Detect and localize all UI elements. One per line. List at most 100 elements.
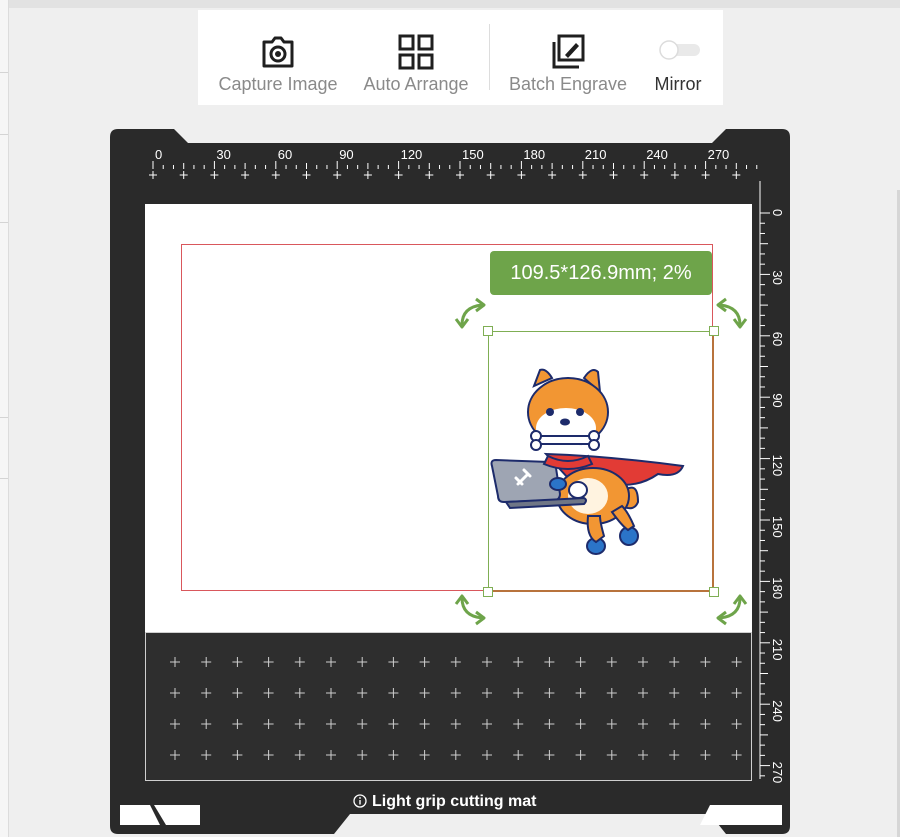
grip-cross: [450, 750, 461, 760]
grip-cross: [419, 719, 430, 729]
auto-arrange-button[interactable]: Auto Arrange: [352, 10, 480, 105]
grip-cross: [482, 750, 492, 760]
grip-cross: [482, 719, 492, 729]
left-panel-edge: [0, 0, 9, 837]
grip-cross: [326, 719, 336, 729]
grip-cross: [513, 719, 524, 729]
grip-cross: [232, 719, 243, 729]
batch-engrave-label: Batch Engrave: [508, 74, 628, 94]
grip-cross: [388, 719, 399, 729]
grip-cross: [388, 688, 399, 698]
left-panel-separator: [0, 478, 8, 479]
side-ruler-label: 0: [770, 209, 785, 216]
grip-cross: [638, 688, 648, 698]
grip-cross: [606, 750, 617, 760]
grip-cross: [170, 688, 180, 698]
grip-cross: [513, 688, 524, 698]
grip-cross: [575, 719, 586, 729]
top-strip: [0, 0, 900, 8]
rotate-handle-top-left-icon[interactable]: [454, 297, 488, 331]
grid-icon: [398, 34, 434, 70]
top-ruler-label: 270: [708, 147, 730, 162]
left-panel-separator: [0, 72, 8, 73]
grip-cross: [638, 719, 648, 729]
side-ruler-label: 150: [770, 516, 785, 538]
grip-cross: [606, 657, 617, 667]
left-panel-separator: [0, 222, 8, 223]
rotate-handle-bottom-right-icon[interactable]: [714, 592, 748, 626]
engrave-icon: [552, 34, 585, 69]
left-panel-separator: [0, 417, 8, 418]
rotate-handle-top-right-icon[interactable]: [714, 297, 748, 331]
grip-cross: [450, 688, 461, 698]
info-icon: [353, 794, 367, 808]
grip-cross: [575, 750, 586, 760]
grip-cross: [606, 688, 617, 698]
grip-cross: [201, 657, 212, 667]
mat-label-text: Light grip cutting mat: [372, 793, 537, 810]
grip-cross: [170, 719, 180, 729]
mirror-toggle[interactable]: Mirror: [644, 10, 712, 105]
grip-cross: [263, 719, 274, 729]
left-panel-separator: [0, 134, 8, 135]
grip-cross: [731, 657, 742, 667]
grip-cross: [388, 750, 399, 760]
grip-cross: [201, 719, 212, 729]
mirror-label: Mirror: [654, 74, 702, 94]
grip-cross: [450, 719, 461, 729]
grip-cross: [263, 750, 274, 760]
grip-cross: [388, 657, 399, 667]
side-ruler-label: 120: [770, 455, 785, 477]
grip-cross: [419, 657, 430, 667]
grip-cross: [544, 750, 555, 760]
side-ruler-label: 240: [770, 700, 785, 722]
grip-cross: [294, 688, 305, 698]
top-ruler-label: 210: [585, 147, 607, 162]
selection-edge-bottom: [488, 590, 714, 592]
grip-cross: [513, 657, 524, 667]
grip-cross: [419, 750, 430, 760]
top-ruler-label: 240: [646, 147, 668, 162]
grip-cross: [638, 657, 648, 667]
grip-cross: [544, 657, 555, 667]
grip-cross: [201, 688, 212, 698]
grip-cross: [170, 657, 180, 667]
top-ruler-label: 180: [523, 147, 545, 162]
grip-cross: [263, 657, 274, 667]
rotate-handle-bottom-left-icon[interactable]: [454, 592, 488, 626]
grip-cross: [575, 657, 586, 667]
grip-cross: [201, 750, 212, 760]
top-ruler-label: 150: [462, 147, 484, 162]
grip-cross: [731, 719, 742, 729]
camera-icon: [262, 36, 294, 68]
capture-image-button[interactable]: Capture Image: [208, 10, 348, 105]
side-ruler-label: 270: [770, 762, 785, 784]
side-ruler-label: 60: [770, 332, 785, 346]
canvas-toolbar: Capture Image Auto Arrange Batch Engrave…: [198, 10, 723, 105]
auto-arrange-label: Auto Arrange: [363, 74, 469, 94]
side-ruler-label: 210: [770, 639, 785, 661]
grip-cross: [232, 657, 243, 667]
grip-cross: [482, 688, 492, 698]
selection-box[interactable]: [488, 331, 714, 592]
batch-engrave-button[interactable]: Batch Engrave: [500, 10, 636, 105]
grip-cross: [170, 750, 180, 760]
grip-cross: [294, 719, 305, 729]
grip-cross: [731, 688, 742, 698]
grip-cross: [232, 688, 243, 698]
grip-cross: [638, 750, 648, 760]
side-ruler-label: 180: [770, 577, 785, 599]
grip-cross: [700, 750, 711, 760]
toggle-switch-icon: [659, 40, 700, 60]
toolbar-divider: [489, 24, 490, 90]
grip-cross: [326, 688, 336, 698]
grip-cross: [700, 719, 711, 729]
grip-cross: [482, 657, 492, 667]
grip-cross: [357, 750, 368, 760]
grip-cross: [513, 750, 524, 760]
size-badge: 109.5*126.9mm; 2%: [490, 251, 712, 295]
grip-cross: [669, 750, 680, 760]
grip-cross: [575, 688, 586, 698]
grip-cross: [232, 750, 243, 760]
grip-cross: [294, 750, 305, 760]
